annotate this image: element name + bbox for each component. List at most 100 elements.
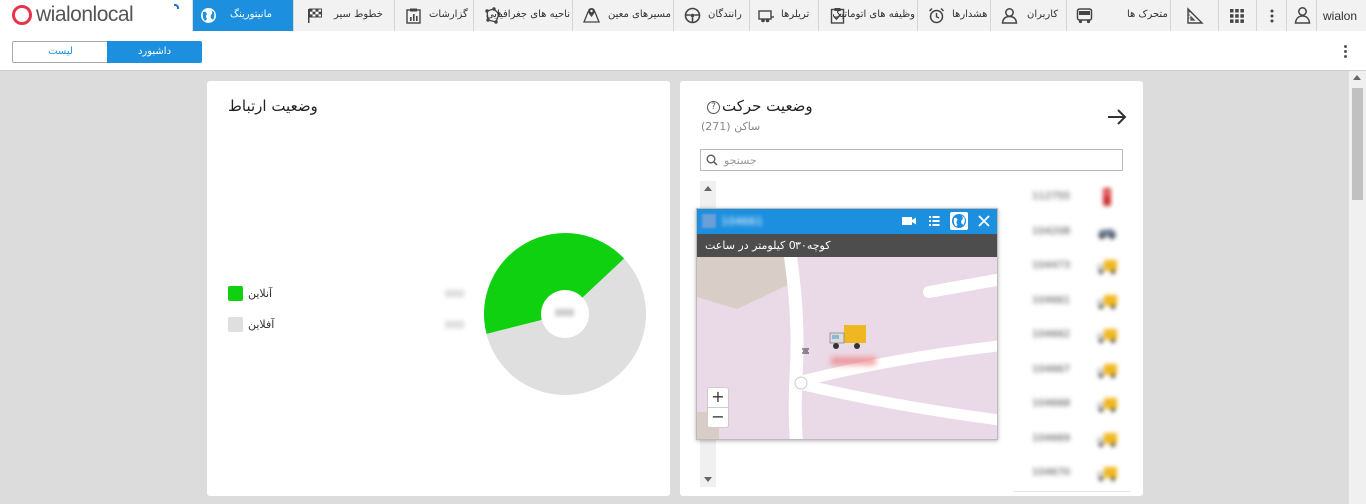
view-toolbar: لیست داشبورد xyxy=(0,31,1366,71)
tab-drivers[interactable]: رانندگان xyxy=(673,0,749,31)
unit-list-item[interactable]: 104661 xyxy=(1020,287,1120,317)
account-icon xyxy=(1294,7,1311,24)
unit-list-item[interactable]: 104662 xyxy=(1020,321,1120,351)
unit-name: 104473 xyxy=(1032,260,1071,271)
ruler-triangle-icon xyxy=(1187,7,1204,24)
page-scrollbar[interactable] xyxy=(1348,71,1366,504)
unit-name: 104662 xyxy=(1032,329,1071,340)
tab-routes[interactable]: مسیرهای معین xyxy=(572,0,673,31)
scroll-thumb[interactable] xyxy=(1352,88,1363,200)
brand-text: wialonlocal xyxy=(36,3,134,26)
tab-notifications[interactable]: هشدارها xyxy=(917,0,990,31)
top-navigation: wialonlocal مانیتورینگ خطوط سیر گزارشات … xyxy=(0,0,1366,31)
tab-jobs[interactable]: وظیفه های اتوماتیک xyxy=(818,0,917,31)
unit-name: 104670 xyxy=(1032,467,1071,478)
alarm-clock-icon xyxy=(928,7,945,24)
unit-list-item[interactable]: 104670 xyxy=(1020,459,1120,489)
checkered-flag-icon xyxy=(306,7,323,24)
popup-info-bar: 0 کیلومتر در ساعت کوچه۳۰ xyxy=(697,234,997,257)
offline-swatch xyxy=(228,317,243,332)
globe-icon xyxy=(952,214,966,228)
scroll-up-arrow-icon[interactable] xyxy=(704,186,712,191)
tab-label: خطوط سیر xyxy=(334,9,383,20)
truck-icon xyxy=(1097,329,1117,343)
logo-mark-icon xyxy=(12,5,32,25)
mini-map[interactable] xyxy=(697,257,997,440)
legend-count: 000 xyxy=(445,289,465,300)
tab-reports[interactable]: گزارشات xyxy=(394,0,473,31)
legend-label: آنلاین xyxy=(248,287,273,300)
user-icon xyxy=(1001,7,1018,24)
popup-header: 104661 xyxy=(697,209,997,234)
measure-tool-button[interactable] xyxy=(1170,0,1218,31)
brand-logo[interactable]: wialonlocal xyxy=(0,0,193,31)
unit-list-item[interactable]: 104208 xyxy=(1020,218,1120,248)
tab-label: گزارشات xyxy=(429,9,468,20)
list-view-button[interactable]: لیست xyxy=(12,41,108,63)
tab-label: متحرک ها xyxy=(1127,9,1168,20)
truck-icon xyxy=(1097,398,1117,412)
traffic-light-icon xyxy=(1103,188,1111,206)
help-icon[interactable]: ? xyxy=(707,101,720,114)
more-vertical-icon xyxy=(1270,9,1274,23)
list-divider xyxy=(1014,491,1130,492)
unit-label-blurred xyxy=(831,357,876,365)
tab-monitoring[interactable]: مانیتورینگ xyxy=(193,0,293,31)
search-icon xyxy=(706,154,718,166)
apps-grid-button[interactable] xyxy=(1218,0,1256,31)
donut-center-label: 000 xyxy=(555,308,575,319)
scroll-up-arrow-icon[interactable] xyxy=(1353,75,1361,80)
tab-label: ناحیه های جغرافیایی xyxy=(485,9,570,20)
tab-tracks[interactable]: خطوط سیر xyxy=(293,0,394,31)
unit-name: 104667 xyxy=(1032,363,1071,375)
unit-name: 112755 xyxy=(1032,191,1071,202)
tab-label: هشدارها xyxy=(952,9,988,20)
steering-wheel-icon xyxy=(684,7,701,24)
tab-units[interactable]: متحرک ها xyxy=(1066,0,1170,31)
tab-label: تریلرها xyxy=(781,9,810,20)
unit-search-input[interactable]: جستجو xyxy=(700,149,1123,171)
legend-count: 000 xyxy=(445,320,465,331)
map-locate-button[interactable] xyxy=(950,212,968,230)
unit-popup: 104661 0 کیلومتر در ساعت کوچه۳۰ + − xyxy=(696,208,998,440)
connection-status-card: وضعیت ارتباط آنلاین 000 آفلاین 000 000 xyxy=(207,81,670,496)
unit-icon xyxy=(702,214,716,228)
motion-subtitle: ساکن (271) xyxy=(701,120,761,133)
tab-label: وظیفه های اتوماتیک xyxy=(832,9,915,20)
card-title: وضعیت ارتباط xyxy=(228,97,318,115)
details-button[interactable] xyxy=(925,212,943,230)
car-icon xyxy=(1098,228,1116,239)
tab-geofences[interactable]: ناحیه های جغرافیایی xyxy=(473,0,572,31)
tab-users[interactable]: کاربران xyxy=(990,0,1066,31)
unit-address: کوچه۳۰ xyxy=(795,239,831,252)
arrow-right-icon[interactable] xyxy=(1107,108,1127,126)
dashboard-view-button[interactable]: داشبورد xyxy=(107,41,202,63)
truck-icon xyxy=(1097,260,1117,274)
unit-list-item[interactable]: 112755 xyxy=(1020,183,1120,213)
unit-name: 104208 xyxy=(1032,225,1071,237)
tab-trailers[interactable]: تریلرها xyxy=(749,0,818,31)
card-title: وضعیت حرکت xyxy=(722,97,813,115)
toolbar-more-icon[interactable] xyxy=(1340,44,1350,60)
scroll-down-arrow-icon[interactable] xyxy=(704,477,712,482)
popup-unit-name: 104661 xyxy=(721,215,763,228)
unit-name: 104661 xyxy=(1032,294,1071,306)
unit-list-item[interactable]: 104473 xyxy=(1020,252,1120,282)
zoom-in-button[interactable]: + xyxy=(707,387,729,408)
popup-close-button[interactable] xyxy=(975,212,993,230)
tab-label: کاربران xyxy=(1027,9,1059,20)
unit-list-item[interactable]: 104669 xyxy=(1020,425,1120,455)
video-button[interactable] xyxy=(900,212,918,230)
zoom-out-button[interactable]: − xyxy=(707,407,729,428)
globe-icon xyxy=(200,7,217,24)
more-menu-button[interactable] xyxy=(1256,0,1286,31)
truck-icon xyxy=(1097,467,1117,481)
route-map-icon xyxy=(583,7,600,24)
unit-list-item[interactable]: 104668 xyxy=(1020,390,1120,420)
user-menu-button[interactable] xyxy=(1286,0,1316,31)
tab-label: رانندگان xyxy=(708,9,742,20)
unit-name: 104668 xyxy=(1032,398,1071,409)
video-camera-icon xyxy=(902,217,916,225)
unit-list-item[interactable]: 104667 xyxy=(1020,356,1120,386)
tab-label: مانیتورینگ xyxy=(230,9,272,20)
